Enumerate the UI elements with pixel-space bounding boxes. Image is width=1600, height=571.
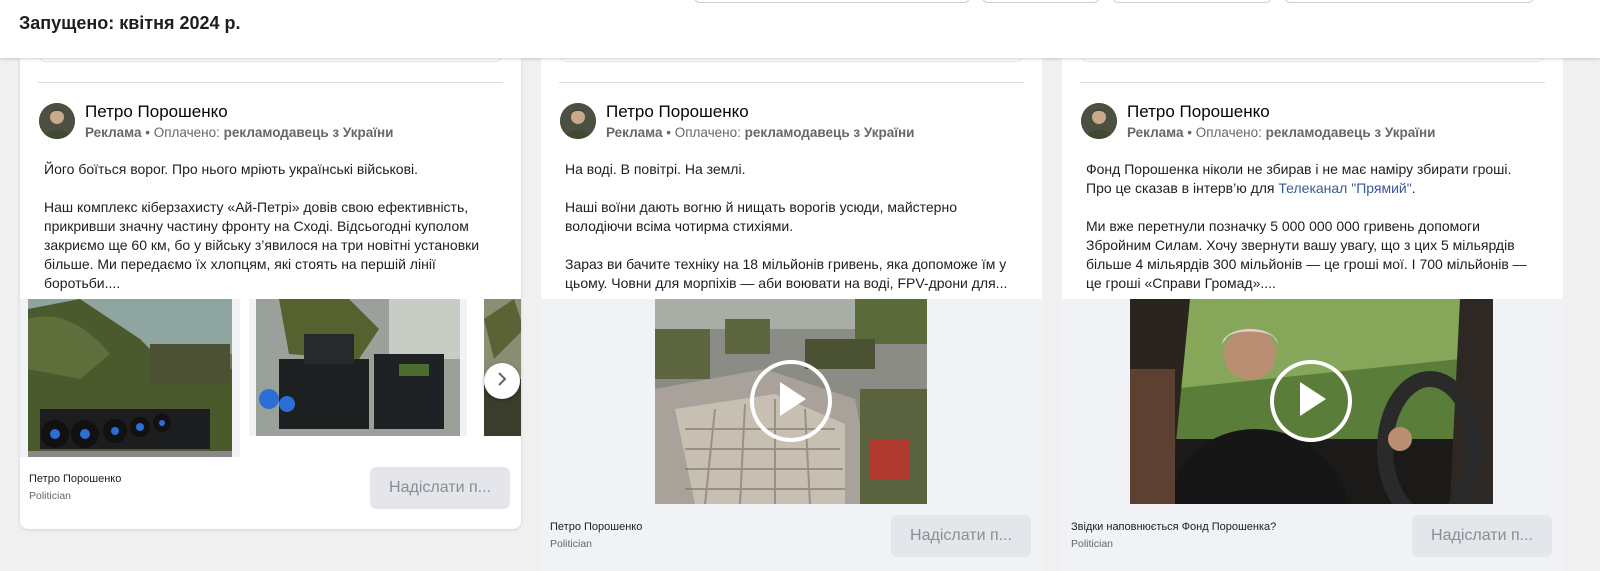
play-icon bbox=[774, 380, 808, 423]
ad-text-paragraph: На воді. В повітрі. На землі. bbox=[565, 161, 746, 177]
play-icon bbox=[1294, 380, 1328, 423]
page-name[interactable]: Петро Порошенко bbox=[1127, 102, 1270, 122]
ad-text-paragraph: Зараз ви бачите техніку на 18 мільйонів … bbox=[565, 256, 1008, 291]
carousel-next-button[interactable] bbox=[484, 363, 520, 399]
ad-text-paragraph: Наші воїни дають вогню й нищать ворогів … bbox=[565, 199, 957, 234]
send-message-button[interactable]: Надіслати п... bbox=[370, 467, 510, 509]
footer-name: Звідки наповнюється Фонд Порошенка? bbox=[1071, 521, 1277, 533]
chevron-right-icon bbox=[495, 371, 509, 391]
footer-category: Politician bbox=[550, 538, 593, 550]
ad-card: Петро Порошенко Реклама • Оплачено: рекл… bbox=[541, 58, 1042, 571]
ad-body-text: Його боїться ворог. Про нього мріють укр… bbox=[44, 160, 497, 293]
avatar[interactable] bbox=[39, 103, 75, 139]
avatar[interactable] bbox=[560, 103, 596, 139]
send-message-button[interactable]: Надіслати п... bbox=[1412, 515, 1552, 557]
payer-label: рекламодавець з України bbox=[744, 125, 915, 140]
carousel-image[interactable] bbox=[20, 299, 240, 457]
image-carousel[interactable] bbox=[20, 299, 521, 457]
ad-card: Петро Порошенко Реклама • Оплачено: рекл… bbox=[20, 58, 521, 529]
paid-label: • Оплачено: bbox=[1187, 125, 1262, 140]
page-name[interactable]: Петро Порошенко bbox=[85, 102, 228, 122]
send-message-button[interactable]: Надіслати п... bbox=[891, 515, 1031, 557]
ad-text-paragraph: Його боїться ворог. Про нього мріють укр… bbox=[44, 161, 419, 177]
page-name[interactable]: Петро Порошенко bbox=[606, 102, 749, 122]
ad-body-text: На воді. В повітрі. На землі. Наші воїни… bbox=[565, 160, 1018, 293]
ad-text-paragraph: Ми вже перетнули позначку 5 000 000 000 … bbox=[1086, 218, 1527, 291]
ad-text-paragraph: Наш комплекс кіберзахисту «Ай-Петрі» дов… bbox=[44, 199, 480, 291]
payer-label: рекламодавець з України bbox=[223, 125, 394, 140]
ad-meta: Реклама • Оплачено: рекламодавець з Укра… bbox=[606, 125, 914, 140]
footer-category: Politician bbox=[1071, 538, 1114, 550]
search-input-edge[interactable] bbox=[694, 0, 970, 3]
ad-label: Реклама bbox=[85, 125, 142, 140]
divider bbox=[559, 82, 1024, 83]
ad-body-text: Фонд Порошенка ніколи не збирав і не має… bbox=[1086, 160, 1539, 293]
ad-meta: Реклама • Оплачено: рекламодавець з Укра… bbox=[1127, 125, 1435, 140]
filter-button-edge[interactable] bbox=[1284, 0, 1534, 3]
top-bar: Запущено: квітня 2024 р. bbox=[0, 0, 1600, 58]
ad-card: Петро Порошенко Реклама • Оплачено: рекл… bbox=[1062, 58, 1563, 571]
video-player[interactable] bbox=[1062, 299, 1563, 504]
launch-date: Запущено: квітня 2024 р. bbox=[19, 13, 241, 33]
carousel-image[interactable] bbox=[249, 299, 467, 436]
ad-card-header-stub bbox=[559, 58, 1024, 62]
footer-name: Петро Порошенко bbox=[29, 473, 122, 485]
ad-meta: Реклама • Оплачено: рекламодавець з Укра… bbox=[85, 125, 393, 140]
filter-button-edge[interactable] bbox=[982, 0, 1100, 3]
divider bbox=[1080, 82, 1545, 83]
avatar[interactable] bbox=[1081, 103, 1117, 139]
divider bbox=[38, 82, 503, 83]
ad-card-header-stub bbox=[38, 58, 503, 62]
ad-card-header-stub bbox=[1080, 58, 1545, 62]
video-player[interactable] bbox=[541, 299, 1042, 504]
payer-label: рекламодавець з України bbox=[1265, 125, 1436, 140]
footer-name: Петро Порошенко bbox=[550, 521, 643, 533]
paid-label: • Оплачено: bbox=[145, 125, 220, 140]
footer-category: Politician bbox=[29, 490, 72, 502]
channel-link[interactable]: Телеканал "Прямий" bbox=[1278, 180, 1411, 196]
paid-label: • Оплачено: bbox=[666, 125, 741, 140]
ad-text-span: . bbox=[1411, 180, 1416, 196]
ad-label: Реклама bbox=[606, 125, 663, 140]
filter-button-edge[interactable] bbox=[1112, 0, 1272, 3]
play-button[interactable] bbox=[1270, 360, 1352, 442]
ad-label: Реклама bbox=[1127, 125, 1184, 140]
ad-text-paragraph: Фонд Порошенка ніколи не збирав і не має… bbox=[1086, 160, 1539, 198]
play-button[interactable] bbox=[750, 360, 832, 442]
